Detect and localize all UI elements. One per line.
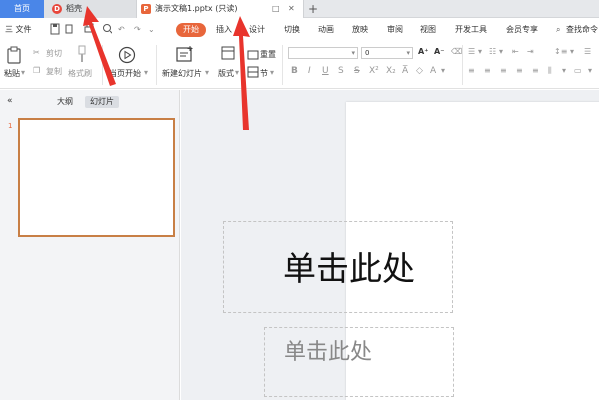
arrow-to-insert bbox=[233, 16, 250, 130]
annotation-arrows bbox=[83, 6, 250, 130]
arrow-to-daoke bbox=[83, 6, 116, 86]
